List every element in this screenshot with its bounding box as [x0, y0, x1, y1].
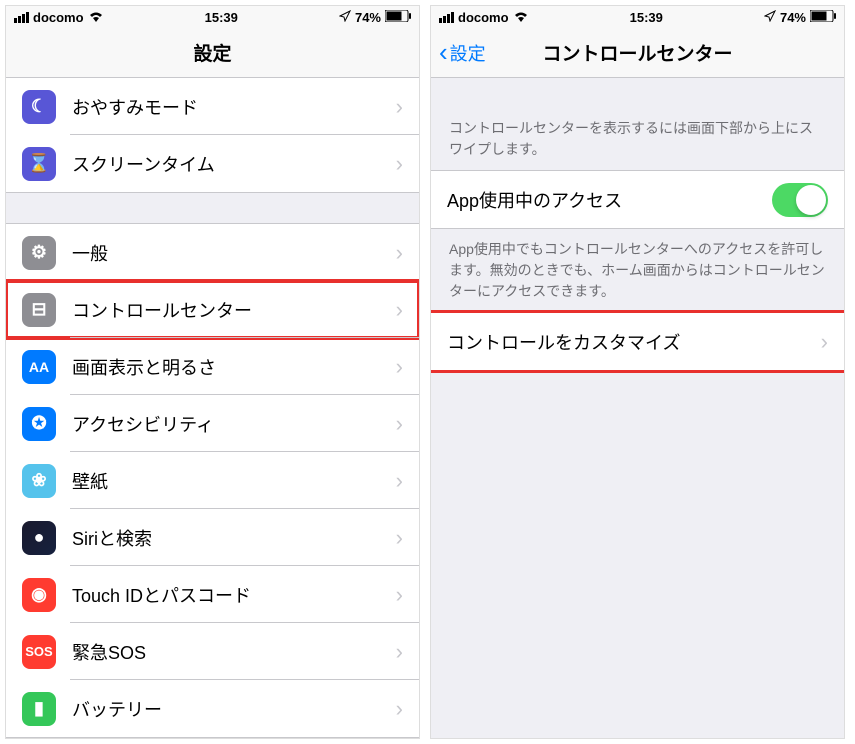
- page-title: コントロールセンター: [542, 39, 732, 66]
- chevron-right-icon: ›: [396, 354, 403, 380]
- row-customize-group: コントロールをカスタマイズ ›: [431, 312, 844, 371]
- touchid-icon: ◉: [22, 578, 56, 612]
- battery-percent: 74%: [780, 10, 806, 25]
- display-icon: AA: [22, 350, 56, 384]
- signal-icon: [439, 12, 454, 23]
- battery-percent: 74%: [355, 10, 381, 25]
- row-label: おやすみモード: [72, 94, 396, 120]
- accessibility-icon: ✪: [22, 407, 56, 441]
- row-label: アクセシビリティ: [72, 411, 396, 437]
- screentime-icon: ⌛: [22, 147, 56, 181]
- back-button[interactable]: ‹ 設定: [439, 37, 486, 68]
- chevron-right-icon: ›: [396, 94, 403, 120]
- row-accessibility[interactable]: ✪ アクセシビリティ›: [6, 395, 419, 452]
- siri-icon: ●: [22, 521, 56, 555]
- hint-text: App使用中でもコントロールセンターへのアクセスを許可します。無効のときでも、ホ…: [431, 229, 844, 312]
- chevron-right-icon: ›: [396, 639, 403, 665]
- battery-icon: [385, 10, 411, 25]
- chevron-right-icon: ›: [396, 297, 403, 323]
- chevron-right-icon: ›: [396, 151, 403, 177]
- row-general[interactable]: ⚙ 一般›: [6, 224, 419, 281]
- row-siri[interactable]: ● Siriと検索›: [6, 509, 419, 566]
- chevron-left-icon: ‹: [439, 37, 448, 68]
- location-icon: [764, 10, 776, 25]
- control-center-icon: ⊟: [22, 293, 56, 327]
- location-icon: [339, 10, 351, 25]
- row-customize[interactable]: コントロールをカスタマイズ ›: [431, 313, 844, 370]
- row-battery[interactable]: ▮ バッテリー›: [6, 680, 419, 737]
- chevron-right-icon: ›: [396, 468, 403, 494]
- chevron-right-icon: ›: [396, 411, 403, 437]
- toggle-switch[interactable]: [772, 183, 828, 217]
- carrier-label: docomo: [33, 10, 84, 25]
- chevron-right-icon: ›: [396, 525, 403, 551]
- row-screentime[interactable]: ⌛ スクリーンタイム›: [6, 135, 419, 192]
- row-sos[interactable]: SOS 緊急SOS›: [6, 623, 419, 680]
- row-label: App使用中のアクセス: [447, 187, 772, 213]
- chevron-right-icon: ›: [396, 582, 403, 608]
- row-label: Siriと検索: [72, 525, 396, 551]
- hint-text: コントロールセンターを表示するには画面下部から上にスワイプします。: [431, 78, 844, 170]
- chevron-right-icon: ›: [821, 329, 828, 355]
- nav-bar: 設定: [6, 28, 419, 78]
- wifi-icon: [513, 9, 529, 25]
- row-label: Touch IDとパスコード: [72, 582, 396, 608]
- wifi-icon: [88, 9, 104, 25]
- status-time: 15:39: [630, 10, 663, 25]
- row-label: コントロールをカスタマイズ: [447, 329, 821, 355]
- chevron-right-icon: ›: [396, 240, 403, 266]
- row-label: スクリーンタイム: [72, 151, 396, 177]
- chevron-right-icon: ›: [396, 696, 403, 722]
- row-label: 壁紙: [72, 468, 396, 494]
- control-center-screen: docomo 15:39 74% ‹ 設定 コントロールセンター コントロールセ…: [430, 5, 845, 739]
- battery-icon: [810, 10, 836, 25]
- wallpaper-icon: ❀: [22, 464, 56, 498]
- status-time: 15:39: [205, 10, 238, 25]
- row-label: バッテリー: [72, 696, 396, 722]
- nav-bar: ‹ 設定 コントロールセンター: [431, 28, 844, 78]
- signal-icon: [14, 12, 29, 23]
- row-touchid[interactable]: ◉ Touch IDとパスコード›: [6, 566, 419, 623]
- settings-screen: docomo 15:39 74% 設定 ☾おやすみモード›⌛スクリーンタイム›⚙…: [5, 5, 420, 739]
- page-title: 設定: [193, 39, 231, 66]
- row-label: 画面表示と明るさ: [72, 354, 396, 380]
- row-label: 緊急SOS: [72, 639, 396, 665]
- dnd-icon: ☾: [22, 90, 56, 124]
- row-wallpaper[interactable]: ❀ 壁紙›: [6, 452, 419, 509]
- sos-icon: SOS: [22, 635, 56, 669]
- row-label: コントロールセンター: [72, 297, 396, 323]
- carrier-label: docomo: [458, 10, 509, 25]
- back-label: 設定: [450, 40, 486, 66]
- row-app-access[interactable]: App使用中のアクセス: [431, 171, 844, 228]
- row-label: 一般: [72, 240, 396, 266]
- status-bar: docomo 15:39 74%: [431, 6, 844, 28]
- general-icon: ⚙: [22, 236, 56, 270]
- status-bar: docomo 15:39 74%: [6, 6, 419, 28]
- battery-icon: ▮: [22, 692, 56, 726]
- row-control-center[interactable]: ⊟ コントロールセンター›: [6, 281, 419, 338]
- row-display[interactable]: AA 画面表示と明るさ›: [6, 338, 419, 395]
- row-dnd[interactable]: ☾ おやすみモード›: [6, 78, 419, 135]
